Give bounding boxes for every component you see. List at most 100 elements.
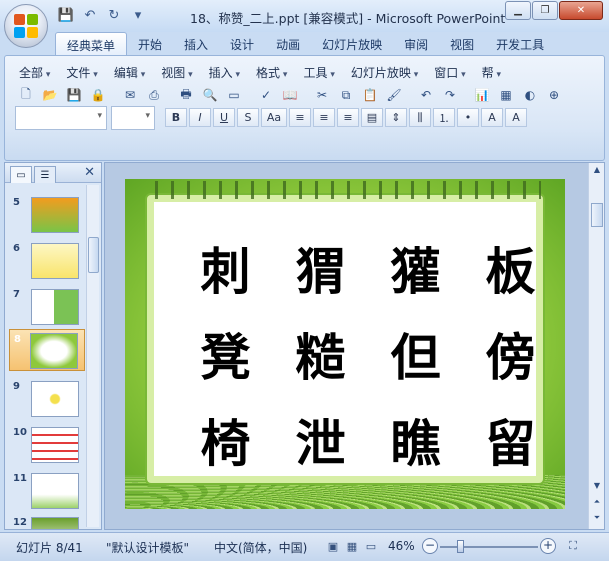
language-indicator[interactable]: 中文(简体，中国) [214, 539, 307, 556]
tab-home[interactable]: 开始 [127, 32, 173, 56]
insert-table-icon[interactable]: ▦ [495, 85, 517, 105]
close-button[interactable]: ✕ [559, 1, 603, 20]
grow-font-icon[interactable]: A [505, 108, 527, 127]
line-spacing-icon[interactable]: ⇕ [385, 108, 407, 127]
page-setup-icon[interactable]: ▭ [223, 85, 245, 105]
font-color-icon[interactable]: A [481, 108, 503, 127]
tab-developer[interactable]: 开发工具 [485, 32, 555, 56]
tab-design[interactable]: 设计 [219, 32, 265, 56]
paste-icon[interactable]: 📋 [359, 85, 381, 105]
slide-scrollbar[interactable]: ▲ ▼ ⏶ ⏷ [588, 163, 604, 529]
normal-view-icon[interactable]: ▣ [324, 537, 342, 555]
pane-scrollbar[interactable] [86, 185, 99, 527]
spiral-binding [149, 181, 541, 199]
slide-thumbnail[interactable]: 11 [5, 473, 91, 519]
zoom-slider-handle[interactable] [457, 540, 464, 553]
previous-slide-icon[interactable]: ⏶ [591, 497, 603, 511]
menu-window[interactable]: 窗口 [428, 64, 475, 81]
slideshow-view-icon[interactable]: ▭ [362, 537, 380, 555]
tab-slideshow[interactable]: 幻灯片放映 [311, 32, 393, 56]
permission-icon[interactable]: 🔒 [87, 85, 109, 105]
slides-tab-icon[interactable]: ▭ [10, 166, 32, 183]
publish-icon[interactable]: ⎙ [143, 85, 165, 105]
tab-classic-menu[interactable]: 经典菜单 [55, 32, 128, 56]
bullets-icon[interactable]: • [457, 108, 479, 127]
font-name-dropdown[interactable] [15, 106, 107, 130]
menu-file[interactable]: 文件 [60, 64, 107, 81]
zoom-slider[interactable] [440, 546, 538, 548]
scroll-down-icon[interactable]: ▼ [591, 481, 603, 495]
insert-chart-icon[interactable]: 📊 [471, 85, 493, 105]
change-case-button[interactable]: Aa [261, 108, 287, 127]
cut-icon[interactable]: ✂ [311, 85, 333, 105]
close-pane-icon[interactable]: ✕ [84, 165, 95, 180]
menu-all[interactable]: 全部 [13, 64, 60, 81]
menu-format[interactable]: 格式 [250, 64, 297, 81]
tab-animations[interactable]: 动画 [265, 32, 311, 56]
redo-icon[interactable]: ↻ [104, 6, 124, 24]
thumbnail-image [31, 381, 79, 417]
slide-canvas[interactable]: 刺 猬 獾 板 凳 糙 但 傍 椅 泄 瞧 留 [125, 179, 565, 509]
undo-icon[interactable]: ↶ [415, 85, 437, 105]
menu-view[interactable]: 视图 [155, 64, 202, 81]
color-grayscale-icon[interactable]: ◐ [519, 85, 541, 105]
scroll-up-icon[interactable]: ▲ [591, 165, 603, 179]
copy-icon[interactable]: ⧉ [335, 85, 357, 105]
menu-edit[interactable]: 编辑 [108, 64, 155, 81]
next-slide-icon[interactable]: ⏷ [591, 513, 603, 527]
align-right-icon[interactable]: ≡ [337, 108, 359, 127]
slide-thumbnail[interactable]: 10 [5, 427, 91, 473]
slide-scroll-thumb[interactable] [591, 203, 603, 227]
slide-thumbnail[interactable]: 9 [5, 381, 91, 427]
zoom-icon[interactable]: ⊕ [543, 85, 565, 105]
fit-to-window-icon[interactable]: ⛶ [564, 537, 582, 555]
menu-insert[interactable]: 插入 [203, 64, 250, 81]
bold-button[interactable]: B [165, 108, 187, 127]
slide-thumbnail[interactable]: 12 [5, 517, 91, 529]
thumbnail-image [31, 427, 79, 463]
italic-button[interactable]: I [189, 108, 211, 127]
slide-thumbnail[interactable]: 6 [5, 243, 91, 289]
shadow-button[interactable]: S [237, 108, 259, 127]
tab-insert[interactable]: 插入 [173, 32, 219, 56]
font-size-dropdown[interactable] [111, 106, 155, 130]
zoom-in-icon[interactable]: + [540, 538, 556, 554]
print-icon[interactable]: 🖶 [175, 85, 197, 105]
underline-button[interactable]: U [213, 108, 235, 127]
slide-thumbnail[interactable]: 5 [5, 197, 91, 243]
menu-help[interactable]: 帮 [476, 64, 511, 81]
redo-icon[interactable]: ↷ [439, 85, 461, 105]
zoom-out-icon[interactable]: − [422, 538, 438, 554]
save-icon[interactable]: 💾 [56, 6, 76, 24]
outline-tab-icon[interactable]: ☰ [34, 166, 56, 183]
research-icon[interactable]: 📖 [279, 85, 301, 105]
slide-sorter-icon[interactable]: ▦ [343, 537, 361, 555]
save-icon[interactable]: 💾 [63, 85, 85, 105]
pane-scroll-thumb[interactable] [88, 237, 99, 273]
menu-tools[interactable]: 工具 [297, 64, 344, 81]
text-direction-icon[interactable]: ⫼ [409, 108, 431, 127]
format-painter-icon[interactable]: 🖌 [383, 85, 405, 105]
spelling-icon[interactable]: ✓ [255, 85, 277, 105]
customize-icon[interactable]: ▾ [128, 6, 148, 24]
undo-icon[interactable]: ↶ [80, 6, 100, 24]
office-button[interactable] [4, 4, 48, 48]
restore-button[interactable]: ❐ [532, 1, 558, 20]
email-icon[interactable]: ✉ [119, 85, 141, 105]
new-document-icon[interactable]: 🗋 [15, 85, 37, 105]
tab-review[interactable]: 审阅 [393, 32, 439, 56]
minimize-button[interactable]: ▁ [505, 1, 531, 20]
print-preview-icon[interactable]: 🔍 [199, 85, 221, 105]
justify-icon[interactable]: ▤ [361, 108, 383, 127]
tab-view[interactable]: 视图 [439, 32, 485, 56]
menu-slideshow[interactable]: 幻灯片放映 [345, 64, 428, 81]
character: 獾 [390, 242, 441, 301]
align-left-icon[interactable]: ≡ [289, 108, 311, 127]
zoom-level[interactable]: 46% [388, 539, 415, 553]
classic-menu-bar: 全部 文件 编辑 视图 插入 格式 工具 幻灯片放映 窗口 帮 [13, 64, 511, 81]
character: 猬 [295, 242, 346, 301]
slide-thumbnail-selected[interactable]: 8 [9, 329, 85, 371]
numbering-icon[interactable]: ⒈ [433, 108, 455, 127]
open-folder-icon[interactable]: 📂 [39, 85, 61, 105]
align-center-icon[interactable]: ≡ [313, 108, 335, 127]
